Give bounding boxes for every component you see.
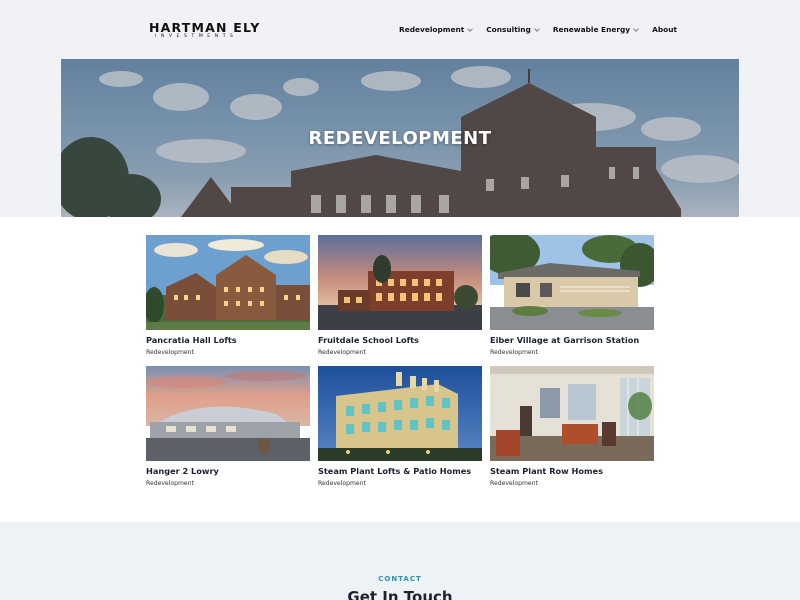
project-category: Redevelopment: [146, 349, 194, 356]
nav-item-label: Redevelopment: [399, 25, 465, 34]
project-category: Redevelopment: [318, 480, 366, 487]
project-title[interactable]: Hanger 2 Lowry: [146, 466, 310, 476]
main-nav: Redevelopment Consulting Renewable Energ…: [399, 25, 677, 34]
nav-item-renewable-energy[interactable]: Renewable Energy: [552, 25, 639, 34]
project-image[interactable]: [146, 235, 310, 330]
project-image[interactable]: [490, 366, 654, 461]
contact-label: CONTACT: [378, 575, 422, 583]
nav-item-redevelopment[interactable]: Redevelopment: [399, 25, 474, 34]
project-card-steam-plant-row-homes[interactable]: Steam Plant Row Homes Redevelopment: [490, 366, 654, 487]
page-title: REDEVELOPMENT: [308, 128, 492, 149]
nav-item-label: Renewable Energy: [552, 25, 631, 34]
project-card-hanger-2[interactable]: Hanger 2 Lowry Redevelopment: [146, 366, 310, 487]
project-card-steam-plant-lofts[interactable]: Steam Plant Lofts & Patio Homes Redevelo…: [318, 366, 482, 487]
project-category: Redevelopment: [146, 480, 194, 487]
project-title[interactable]: Fruitdale School Lofts: [318, 335, 482, 345]
nav-item-label: Consulting: [486, 25, 531, 34]
chevron-down-icon: [633, 25, 639, 32]
brand-subtitle: INVESTMENTS: [155, 34, 238, 39]
nav-item-label: About: [652, 25, 677, 34]
chevron-down-icon: [533, 25, 540, 32]
project-title[interactable]: Steam Plant Row Homes: [490, 466, 654, 476]
project-title[interactable]: Eiber Village at Garrison Station: [490, 335, 654, 345]
hero-banner: REDEVELOPMENT: [61, 59, 739, 217]
project-title[interactable]: Steam Plant Lofts & Patio Homes: [318, 466, 482, 476]
brand-name: HARTMAN ELY: [149, 20, 261, 35]
project-image[interactable]: [318, 235, 482, 330]
project-card-pancratia[interactable]: Pancratia Hall Lofts Redevelopment: [146, 235, 310, 356]
project-image[interactable]: [318, 366, 482, 461]
project-card-eiber-village[interactable]: Eiber Village at Garrison Station Redeve…: [490, 235, 654, 356]
project-category: Redevelopment: [318, 349, 366, 356]
project-image[interactable]: [490, 235, 654, 330]
project-category: Redevelopment: [490, 349, 538, 356]
nav-item-consulting[interactable]: Consulting: [486, 25, 540, 34]
contact-title: Get In Touch: [347, 588, 453, 600]
project-image[interactable]: [146, 366, 310, 461]
project-category: Redevelopment: [490, 480, 538, 487]
brand-logo[interactable]: HARTMAN ELY INVESTMENTS: [149, 20, 261, 40]
project-card-fruitdale[interactable]: Fruitdale School Lofts Redevelopment: [318, 235, 482, 356]
site-header: HARTMAN ELY INVESTMENTS Redevelopment Co…: [0, 0, 800, 59]
nav-item-about[interactable]: About: [652, 25, 677, 34]
contact-section: CONTACT Get In Touch: [0, 522, 800, 600]
project-title[interactable]: Pancratia Hall Lofts: [146, 335, 310, 345]
chevron-down-icon: [467, 25, 474, 32]
